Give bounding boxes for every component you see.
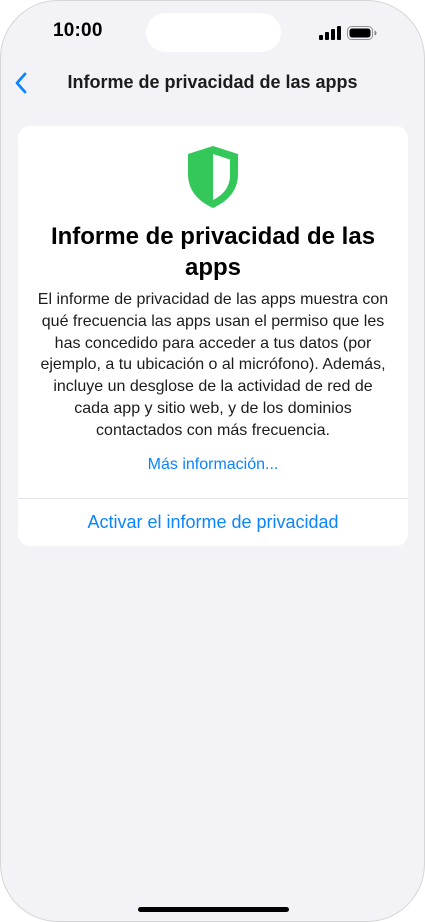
shield-icon <box>188 146 238 208</box>
card-description: El informe de privacidad de las apps mue… <box>37 291 389 439</box>
dynamic-island <box>146 13 281 52</box>
home-indicator[interactable] <box>138 907 289 912</box>
status-icons <box>319 25 377 41</box>
privacy-report-card: Informe de privacidad de las apps El inf… <box>18 126 408 546</box>
status-time: 10:00 <box>53 20 103 41</box>
status-bar: 10:00 <box>1 1 424 65</box>
phone-screen: 10:00 Informe de privacidad de las apps <box>0 0 425 922</box>
activate-privacy-report-button[interactable]: Activar el informe de privacidad <box>18 499 408 546</box>
card-title: Informe de privacidad de las apps <box>50 223 376 281</box>
battery-icon <box>347 26 377 40</box>
more-info-link[interactable]: Más información... <box>18 456 408 474</box>
shield-icon-wrap <box>18 144 408 210</box>
signal-icon <box>319 26 341 40</box>
navigation-bar: Informe de privacidad de las apps <box>1 63 424 103</box>
nav-title: Informe de privacidad de las apps <box>67 72 358 92</box>
